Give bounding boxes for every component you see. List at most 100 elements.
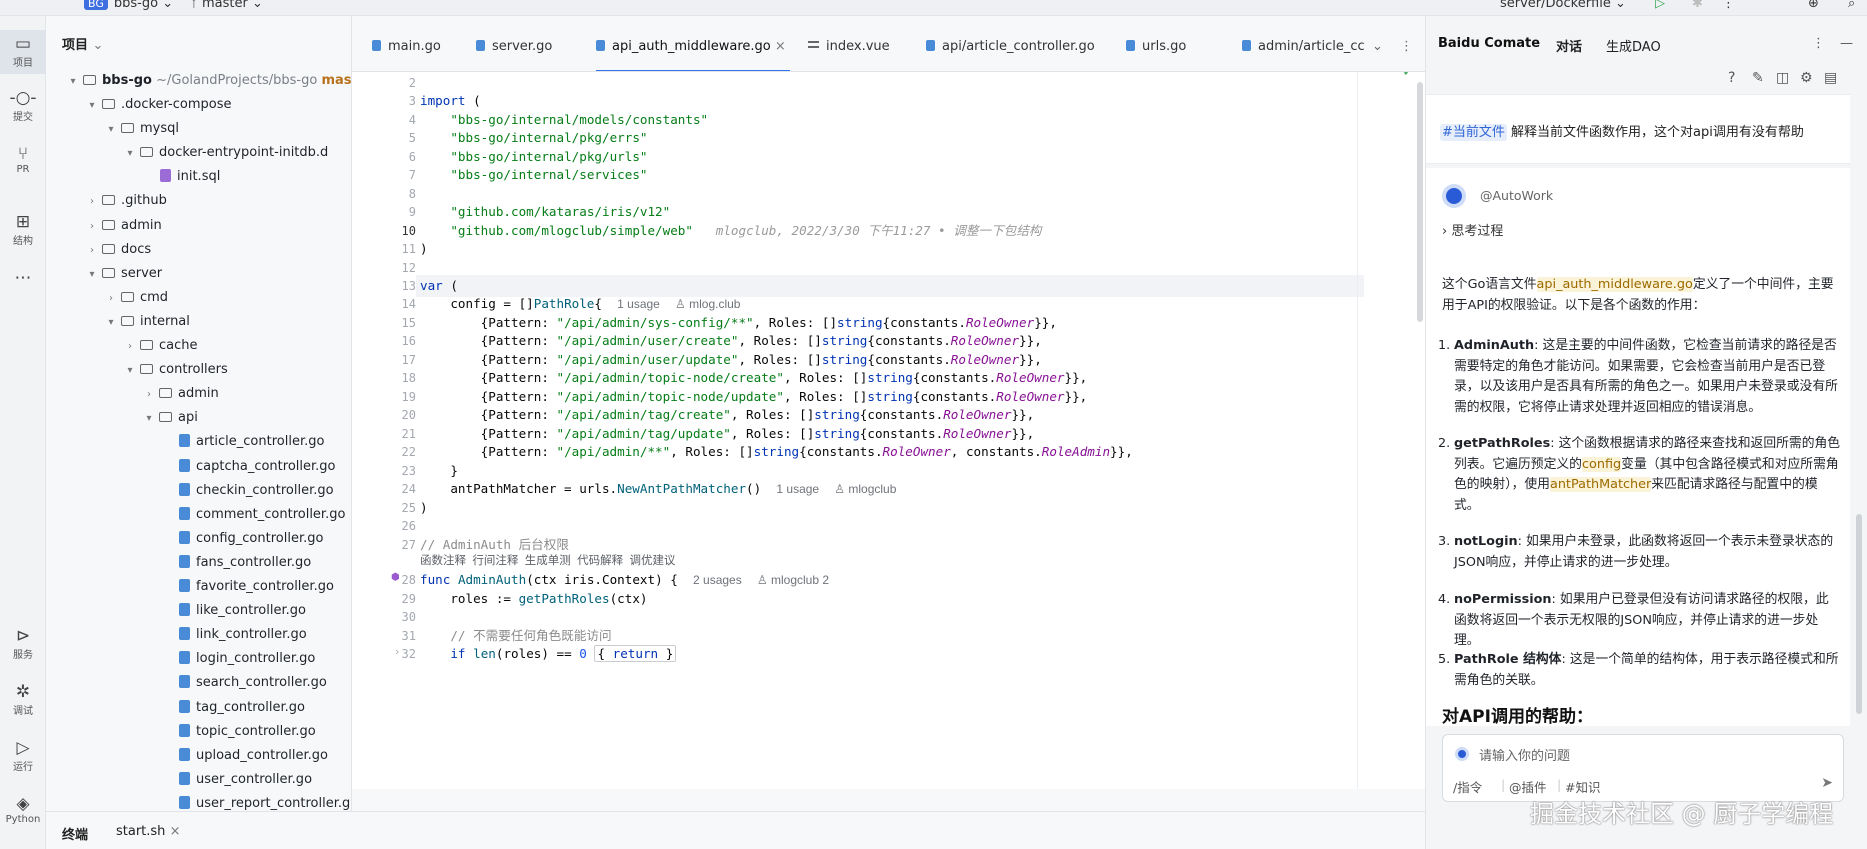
chevron-right-icon[interactable]: › bbox=[85, 190, 99, 214]
tree-file[interactable]: fans_controller.go bbox=[161, 551, 311, 575]
file-reference[interactable]: api_auth_middleware.go bbox=[1536, 277, 1693, 292]
tabs-overflow-chevron[interactable]: ⌄ bbox=[1372, 36, 1383, 71]
code-editor[interactable]: 1234567891011121314151617181920212223242… bbox=[352, 72, 1425, 789]
tree-folder[interactable]: › .github bbox=[85, 189, 167, 213]
tree-root[interactable]: ▾ bbs-go ~/GolandProjects/bbs-go mast bbox=[66, 69, 351, 93]
tree-folder[interactable]: › cmd bbox=[104, 286, 168, 310]
chevron-right-icon[interactable]: › bbox=[85, 215, 99, 239]
tree-file[interactable]: article_controller.go bbox=[161, 430, 324, 454]
run-config-selector[interactable]: server/Dockerfile ⌄ bbox=[1500, 0, 1626, 11]
tab-chat[interactable]: 对话 bbox=[1556, 36, 1582, 55]
tab-index-vue[interactable]: index.vue bbox=[808, 36, 890, 71]
feedback-icon[interactable]: ✎ bbox=[1752, 70, 1764, 86]
chevron-down-icon[interactable]: ▾ bbox=[85, 94, 99, 118]
usage-hint[interactable]: 1 usage bbox=[776, 482, 819, 496]
tree-file[interactable]: upload_controller.go bbox=[161, 744, 328, 768]
author-hint[interactable]: ♙ mlogclub 2 bbox=[757, 573, 829, 587]
tree-folder[interactable]: ▾ server bbox=[85, 262, 162, 286]
send-icon[interactable]: ➤ bbox=[1821, 775, 1833, 791]
help-icon[interactable]: ? bbox=[1728, 70, 1735, 86]
tree-file[interactable]: search_controller.go bbox=[161, 671, 327, 695]
chevron-down-icon[interactable]: ▾ bbox=[123, 142, 137, 166]
tree-folder[interactable]: ▾ internal bbox=[104, 310, 189, 334]
search-icon[interactable]: ⌕ bbox=[1848, 0, 1855, 11]
chevron-down-icon[interactable]: ▾ bbox=[104, 118, 118, 142]
project-switcher[interactable]: BG bbs-go ⌄ bbox=[84, 0, 173, 11]
git-blame-annotation[interactable]: mlogclub, 2022/3/30 下午11:27 • 调整一下包结构 bbox=[716, 223, 1042, 238]
close-icon[interactable]: × bbox=[775, 39, 786, 54]
chevron-down-icon[interactable]: ▾ bbox=[85, 263, 99, 287]
branch-switcher[interactable]: ᛘ master ⌄ bbox=[190, 0, 263, 11]
add-user-icon[interactable]: ⊕ bbox=[1808, 0, 1819, 11]
scroll-thumb[interactable] bbox=[1417, 82, 1423, 322]
more-vertical-icon[interactable]: ⋮ bbox=[1722, 0, 1735, 11]
tree-file[interactable]: checkin_controller.go bbox=[161, 479, 334, 503]
tree-file[interactable]: config_controller.go bbox=[161, 527, 323, 551]
thinking-process-toggle[interactable]: › 思考过程 bbox=[1442, 220, 1503, 239]
chevron-right-icon[interactable]: › bbox=[123, 335, 137, 359]
terminal-tab[interactable]: 终端 bbox=[62, 824, 88, 843]
tree-file[interactable]: init.sql bbox=[142, 165, 220, 189]
chevron-down-icon[interactable]: ▾ bbox=[142, 407, 156, 431]
fold-icon[interactable]: › bbox=[395, 645, 399, 658]
activity-python[interactable]: ◈ Python bbox=[0, 794, 46, 825]
terminal-session-tab[interactable]: start.sh × bbox=[116, 824, 180, 839]
chevron-right-icon[interactable]: › bbox=[85, 239, 99, 263]
tree-file[interactable]: like_controller.go bbox=[161, 599, 306, 623]
usage-hint[interactable]: 2 usages bbox=[693, 573, 742, 587]
tree-file[interactable]: comment_controller.go bbox=[161, 503, 345, 527]
scroll-thumb[interactable] bbox=[1856, 514, 1862, 714]
editor-scrollbar[interactable] bbox=[1415, 72, 1425, 789]
run-icon[interactable]: ▷ bbox=[1655, 0, 1665, 11]
tab-urls-go[interactable]: urls.go bbox=[1126, 36, 1186, 71]
debug-icon[interactable]: ✱ bbox=[1692, 0, 1703, 11]
tree-file[interactable]: user_report_controller.go bbox=[161, 792, 351, 811]
chevron-right-icon[interactable]: › bbox=[104, 287, 118, 311]
tab-api-auth-middleware[interactable]: api_auth_middleware.go × bbox=[596, 36, 790, 71]
tree-folder[interactable]: › admin bbox=[85, 214, 162, 238]
settings-icon[interactable]: ⚙ bbox=[1800, 70, 1813, 86]
activity-pr[interactable]: ⑂ PR bbox=[0, 144, 46, 175]
activity-project[interactable]: ▭ 项目 bbox=[0, 30, 46, 74]
context-tag[interactable]: #当前文件 bbox=[1440, 124, 1507, 141]
activity-services[interactable]: ⊳ 服务 bbox=[0, 626, 46, 661]
tree-folder[interactable]: ▾ mysql bbox=[104, 117, 179, 141]
chevron-down-icon[interactable]: ▾ bbox=[123, 359, 137, 383]
tree-file[interactable]: link_controller.go bbox=[161, 623, 307, 647]
author-hint[interactable]: ♙ mlogclub bbox=[834, 482, 896, 496]
minimize-icon[interactable]: — bbox=[1840, 36, 1853, 51]
tab-api-article-controller[interactable]: api/article_controller.go bbox=[926, 36, 1095, 71]
tab-admin-article-controller[interactable]: admin/article_cc bbox=[1242, 36, 1365, 71]
tree-folder[interactable]: ▾ api bbox=[142, 406, 197, 431]
layout-icon[interactable]: ▤ bbox=[1824, 70, 1837, 86]
activity-more[interactable]: ⋯ bbox=[0, 268, 46, 288]
more-vertical-icon[interactable]: ⋮ bbox=[1812, 36, 1825, 51]
tab-generate-dao[interactable]: 生成DAO bbox=[1606, 36, 1661, 55]
tree-file[interactable]: tag_controller.go bbox=[161, 696, 305, 720]
close-icon[interactable]: × bbox=[170, 824, 181, 839]
activity-debug[interactable]: ✲ 调试 bbox=[0, 682, 46, 717]
tree-file[interactable]: favorite_controller.go bbox=[161, 575, 334, 599]
tree-file[interactable]: captcha_controller.go bbox=[161, 455, 335, 479]
tree-folder[interactable]: ▾ .docker-compose bbox=[85, 93, 231, 118]
tree-file[interactable]: user_controller.go bbox=[161, 768, 312, 792]
tab-server-go[interactable]: server.go bbox=[476, 36, 552, 71]
activity-run[interactable]: ▷ 运行 bbox=[0, 738, 46, 773]
tree-folder[interactable]: ▾ controllers bbox=[123, 358, 227, 383]
project-panel-header[interactable]: 项目 ⌄ bbox=[62, 34, 103, 53]
activity-structure[interactable]: ⊞ 结构 bbox=[0, 212, 46, 247]
tree-folder[interactable]: › cache bbox=[123, 334, 198, 358]
tree-folder[interactable]: › docs bbox=[85, 238, 151, 262]
chat-input[interactable]: 请输入你的问题 /指令 | @插件 | #知识 ➤ bbox=[1442, 734, 1844, 802]
window-icon[interactable]: ◫ bbox=[1776, 70, 1789, 86]
assistant-scrollbar[interactable] bbox=[1850, 94, 1867, 734]
chevron-right-icon[interactable]: › bbox=[142, 383, 156, 407]
tabs-more[interactable]: ⋮ bbox=[1400, 36, 1413, 71]
chat-input-placeholder[interactable]: 请输入你的问题 bbox=[1479, 745, 1570, 764]
directive-button[interactable]: /指令 bbox=[1453, 777, 1482, 796]
usage-hint[interactable]: 1 usage bbox=[617, 297, 660, 311]
tab-main-go[interactable]: main.go bbox=[372, 36, 441, 71]
tree-folder[interactable]: ▾ docker-entrypoint-initdb.d bbox=[123, 141, 328, 165]
implementation-gutter-icon[interactable]: ⬢ bbox=[391, 572, 400, 583]
activity-commit[interactable]: -○- 提交 bbox=[0, 88, 46, 123]
